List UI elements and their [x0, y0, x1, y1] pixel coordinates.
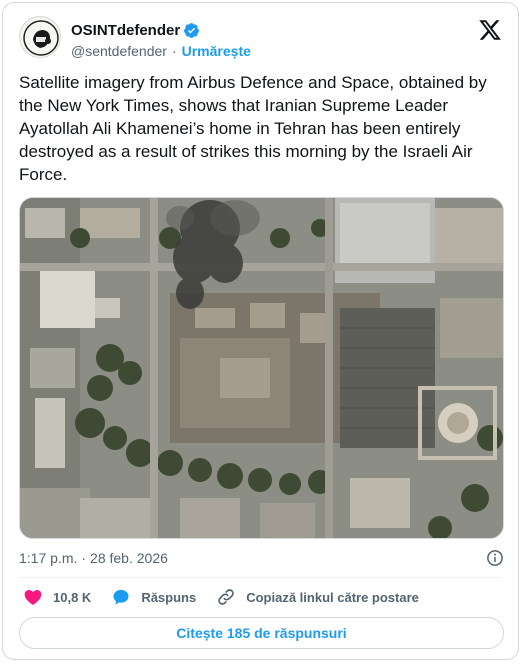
tweet-text: Satellite imagery from Airbus Defence an…	[19, 73, 487, 184]
timestamp-separator: ·	[81, 550, 87, 566]
reply-label: Răspuns	[141, 589, 197, 605]
handle-separator: ·	[171, 43, 177, 59]
author-handle-row: @sentdefender · Urmărește	[71, 42, 251, 60]
read-replies-button[interactable]: Citește 185 de răspunsuri	[19, 617, 504, 649]
like-button[interactable]: 10,8 K	[23, 587, 91, 607]
info-icon[interactable]	[486, 549, 504, 567]
tweet-date: 28 feb. 2026	[90, 550, 168, 566]
tweet-timestamp[interactable]: 1:17 p.m. · 28 feb. 2026	[19, 548, 168, 568]
heart-icon	[24, 590, 42, 605]
author-name[interactable]: OSINTdefender	[71, 22, 180, 39]
avatar[interactable]	[19, 16, 61, 58]
follow-button[interactable]: Urmărește	[182, 43, 251, 59]
like-count: 10,8 K	[53, 589, 92, 605]
reply-bubble-icon	[113, 589, 129, 605]
tweet-time: 1:17 p.m.	[19, 550, 78, 566]
author-handle[interactable]: @sentdefender	[71, 43, 167, 59]
tweet-card: OSINTdefender @sentdefender · Urmărește …	[2, 2, 519, 660]
link-icon	[218, 589, 235, 605]
satellite-image	[20, 198, 503, 538]
copy-link-button[interactable]: Copiază linkul către postare	[216, 587, 419, 607]
copy-link-label: Copiază linkul către postare	[246, 589, 419, 605]
verified-badge-icon	[184, 22, 200, 38]
reply-button[interactable]: Răspuns	[111, 587, 196, 607]
avatar-image	[21, 18, 60, 57]
tweet-media-satellite-image[interactable]	[19, 197, 504, 539]
divider	[19, 577, 502, 578]
x-logo-icon[interactable]	[478, 18, 502, 42]
tweet-actions: 10,8 K Răspuns Copiază linkul către post…	[23, 586, 439, 608]
tweet-header: OSINTdefender @sentdefender · Urmărește	[19, 16, 502, 60]
author-name-row: OSINTdefender	[71, 20, 200, 40]
